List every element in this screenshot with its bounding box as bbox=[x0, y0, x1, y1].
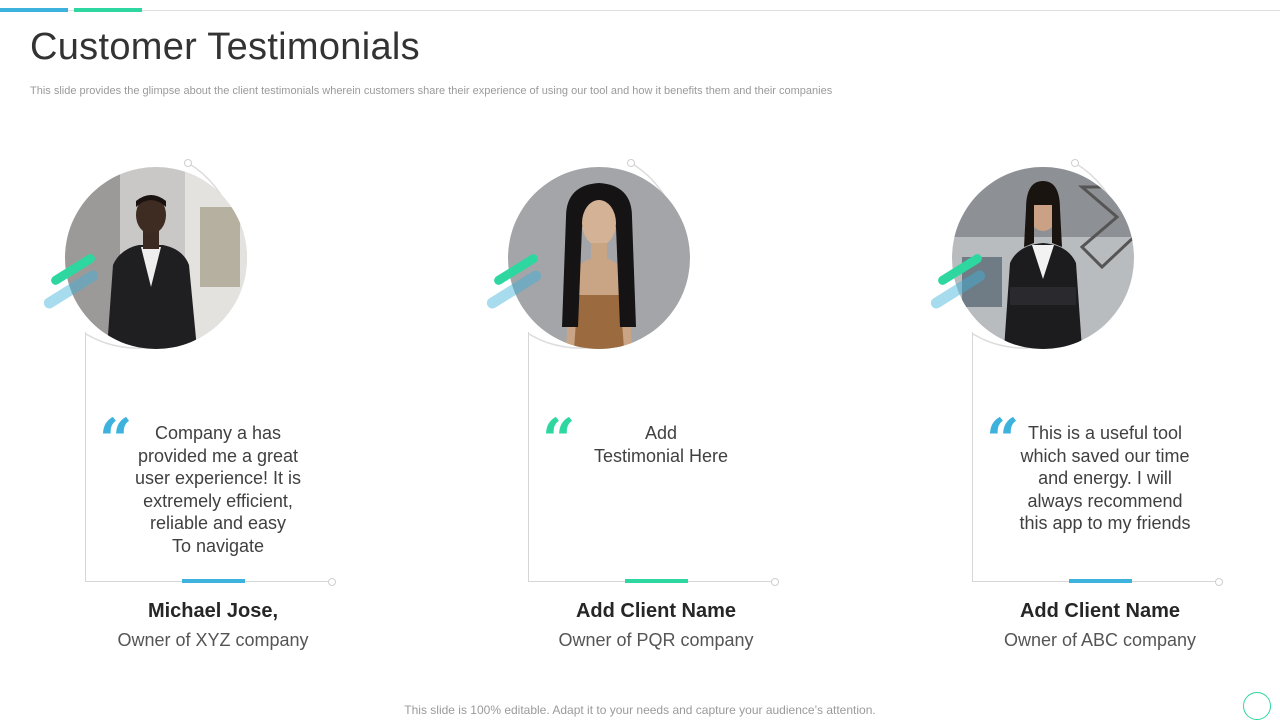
card-frame-dot bbox=[328, 578, 336, 586]
card-frame-dot bbox=[771, 578, 779, 586]
client-name: Michael Jose, bbox=[147, 600, 279, 622]
client-name: Add Client Name bbox=[1019, 600, 1181, 622]
testimonial-card-2: “ Add Testimonial Here Add Client Name O… bbox=[443, 0, 823, 720]
card-accent-bar bbox=[182, 579, 245, 583]
client-role: Owner of ABC company bbox=[1003, 630, 1197, 650]
footer-note: This slide is 100% editable. Adapt it to… bbox=[404, 703, 876, 717]
card-frame-dot bbox=[1215, 578, 1223, 586]
card-frame-left bbox=[972, 332, 973, 582]
testimonial-card-3: “ This is a useful tool which saved our … bbox=[887, 0, 1267, 720]
card-frame-left bbox=[528, 332, 529, 582]
testimonial-card-1: “ Company a has provided me a great user… bbox=[0, 0, 380, 720]
testimonial-quote: Add Testimonial Here bbox=[593, 423, 729, 466]
client-role: Owner of PQR company bbox=[558, 630, 754, 650]
card-frame-left bbox=[85, 332, 86, 582]
card-accent-bar bbox=[625, 579, 688, 583]
client-name: Add Client Name bbox=[575, 600, 737, 622]
card-accent-bar bbox=[1069, 579, 1132, 583]
client-role: Owner of XYZ company bbox=[117, 630, 309, 650]
testimonial-quote: This is a useful tool which saved our ti… bbox=[1019, 423, 1191, 533]
testimonial-quote: Company a has provided me a great user e… bbox=[134, 423, 302, 556]
corner-circle-decoration bbox=[1243, 692, 1271, 720]
